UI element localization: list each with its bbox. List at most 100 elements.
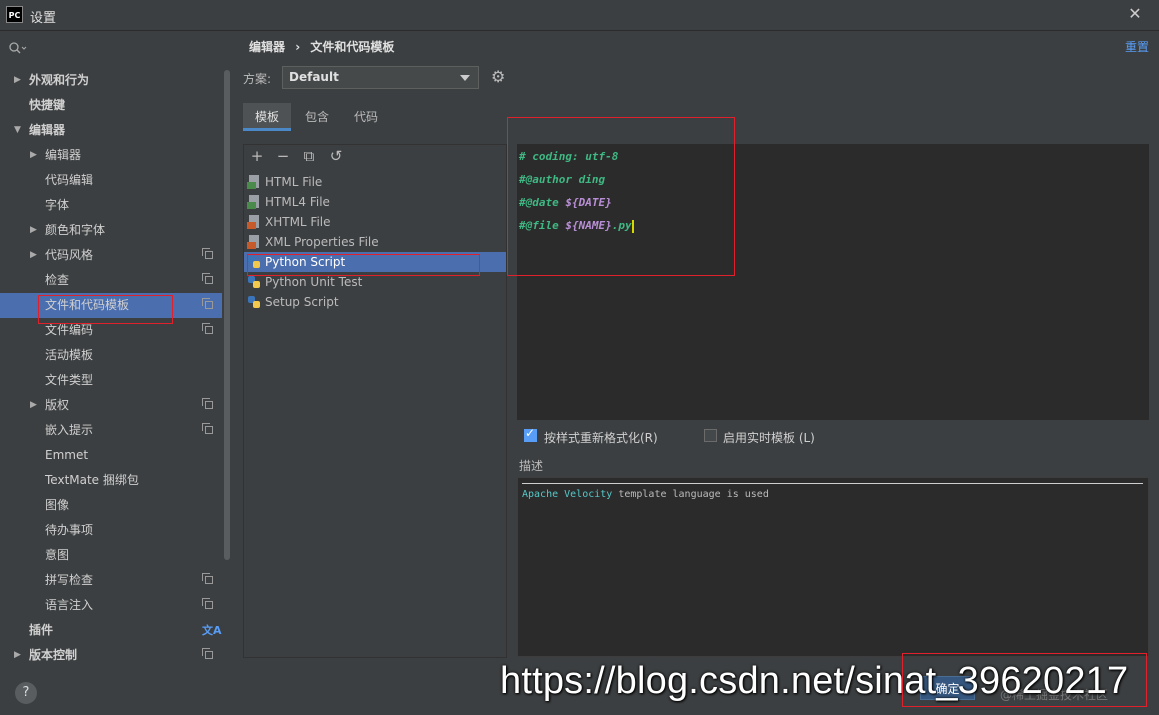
sidebar-item[interactable]: 插件 文A	[0, 618, 222, 643]
scheme-dropdown[interactable]: Default	[282, 66, 479, 89]
xhtml-icon	[247, 215, 261, 229]
annotation-box-code	[507, 117, 735, 276]
title-bar	[0, 0, 1159, 31]
help-button[interactable]: ?	[15, 682, 37, 704]
description-divider	[522, 483, 1143, 484]
sidebar-item-label: 编辑器	[29, 123, 66, 137]
template-name: Setup Script	[265, 295, 339, 309]
tab-includes[interactable]: 包含	[293, 103, 341, 131]
add-icon[interactable]: +	[249, 148, 265, 164]
sidebar-item-label: 拼写检查	[45, 573, 94, 587]
sidebar-item[interactable]: 拼写检查	[0, 568, 222, 593]
template-list-item[interactable]: XHTML File	[244, 212, 506, 232]
window-title: 设置	[30, 11, 57, 26]
html-icon	[247, 175, 261, 189]
sidebar-item-label: 插件	[29, 623, 54, 637]
sidebar-item-label: 意图	[45, 548, 70, 562]
reset-icon[interactable]: ↺	[328, 148, 344, 164]
sidebar-item-label: 快捷键	[29, 98, 66, 112]
sidebar-item-label: 编辑器	[45, 148, 82, 162]
sidebar-item[interactable]: 嵌入提示	[0, 418, 222, 443]
sidebar-item[interactable]: Emmet	[0, 443, 222, 468]
html-icon	[247, 195, 261, 209]
sidebar-item[interactable]: TextMate 捆绑包	[0, 468, 222, 493]
app-icon: PC	[6, 6, 23, 23]
reformat-checkbox[interactable]	[524, 426, 537, 442]
template-name: HTML4 File	[265, 195, 330, 209]
sidebar-item[interactable]: 活动模板	[0, 343, 222, 368]
chevron-right-icon[interactable]: ▶	[30, 393, 37, 418]
reset-link[interactable]: 重置	[1125, 38, 1149, 55]
sidebar-item-label: 待办事项	[45, 523, 94, 537]
breadcrumb: 编辑器 › 文件和代码模板	[249, 38, 394, 55]
remove-icon[interactable]: −	[275, 148, 291, 164]
project-scope-icon	[202, 398, 213, 409]
description-panel	[517, 477, 1149, 657]
template-list-item[interactable]: HTML File	[244, 172, 506, 192]
chevron-right-icon[interactable]: ▶	[30, 143, 37, 168]
live-templates-label: 启用实时模板 (L)	[723, 431, 815, 445]
sidebar-item[interactable]: ▶ 代码风格	[0, 243, 222, 268]
chevron-right-icon[interactable]: ▶	[30, 243, 37, 268]
sidebar-item[interactable]: 字体	[0, 193, 222, 218]
project-scope-icon	[202, 598, 213, 609]
sidebar-item-label: 语言注入	[45, 598, 94, 612]
template-list-item[interactable]: Setup Script	[244, 292, 506, 312]
scheme-label: 方案:	[243, 72, 272, 86]
sidebar-item[interactable]: 快捷键	[0, 93, 222, 118]
sidebar-item-label: 文件类型	[45, 373, 94, 387]
breadcrumb-separator: ›	[295, 40, 301, 54]
sidebar-item[interactable]: 语言注入	[0, 593, 222, 618]
sidebar-scrollbar[interactable]	[224, 70, 230, 560]
annotation-box-python-script	[247, 254, 480, 276]
sidebar-item[interactable]: 文件类型	[0, 368, 222, 393]
python-icon	[247, 275, 261, 289]
sidebar-item-label: 嵌入提示	[45, 423, 94, 437]
copy-icon[interactable]: ⧉	[301, 148, 317, 164]
project-scope-icon	[202, 648, 213, 659]
sidebar-item-label: 图像	[45, 498, 70, 512]
template-list-item[interactable]: HTML4 File	[244, 192, 506, 212]
live-templates-checkbox[interactable]	[704, 429, 717, 442]
chevron-down-icon	[460, 75, 470, 81]
chevron-down-icon[interactable]: ▼	[14, 118, 21, 143]
sidebar-item[interactable]: ▶ 版本控制	[0, 643, 222, 668]
chevron-right-icon[interactable]: ▶	[14, 68, 21, 93]
sidebar-item-label: 颜色和字体	[45, 223, 106, 237]
sidebar-item[interactable]: 意图	[0, 543, 222, 568]
chevron-right-icon[interactable]: ▶	[14, 643, 21, 668]
sidebar-item[interactable]: ▶ 外观和行为	[0, 68, 222, 93]
scheme-value: Default	[289, 70, 339, 84]
sidebar-item-label: 版本控制	[29, 648, 78, 662]
breadcrumb-editor[interactable]: 编辑器	[249, 40, 285, 54]
sidebar-item-label: 代码风格	[45, 248, 94, 262]
search-icon[interactable]	[8, 41, 28, 55]
sidebar-item-label: 字体	[45, 198, 70, 212]
sidebar-item[interactable]: ▼ 编辑器	[0, 118, 222, 143]
annotation-box-ok	[902, 653, 1147, 707]
description-label: 描述	[519, 459, 544, 473]
sidebar-item[interactable]: 待办事项	[0, 518, 222, 543]
gear-icon[interactable]: ⚙	[491, 68, 509, 86]
sidebar-item[interactable]: 代码编辑	[0, 168, 222, 193]
tab-templates[interactable]: 模板	[243, 103, 292, 131]
xml-icon	[247, 235, 261, 249]
close-icon[interactable]: ✕	[1126, 5, 1144, 23]
sidebar-item-label: 版权	[45, 398, 70, 412]
sidebar-item-label: 外观和行为	[29, 73, 90, 87]
breadcrumb-current: 文件和代码模板	[310, 40, 395, 54]
template-name: HTML File	[265, 175, 323, 189]
sidebar-item[interactable]: 图像	[0, 493, 222, 518]
project-scope-icon	[202, 423, 213, 434]
template-list-item[interactable]: XML Properties File	[244, 232, 506, 252]
tab-code[interactable]: 代码	[342, 103, 390, 131]
annotation-box-file-templates	[38, 295, 173, 324]
sidebar-item[interactable]: 检查	[0, 268, 222, 293]
sidebar-item[interactable]: ▶ 颜色和字体	[0, 218, 222, 243]
chevron-right-icon[interactable]: ▶	[30, 218, 37, 243]
python-icon	[247, 295, 261, 309]
project-scope-icon	[202, 273, 213, 284]
description-text: Apache Velocity template language is use…	[522, 489, 769, 500]
sidebar-item[interactable]: ▶ 编辑器	[0, 143, 222, 168]
sidebar-item[interactable]: ▶ 版权	[0, 393, 222, 418]
